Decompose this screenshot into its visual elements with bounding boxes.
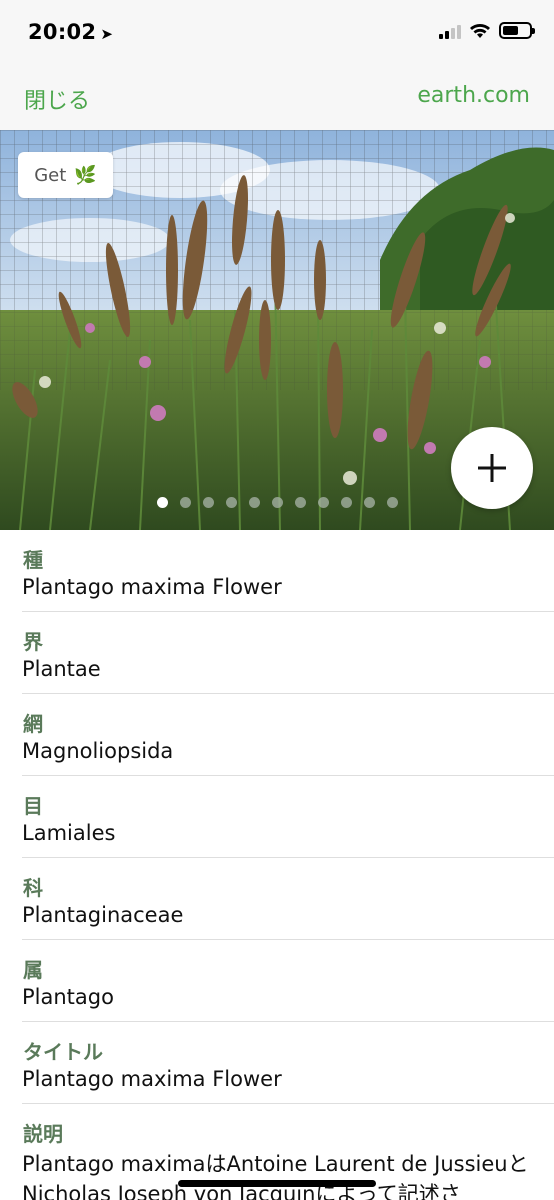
info-row-species: 種 Plantago maxima Flower <box>22 530 554 612</box>
info-value: Plantago maxima Flower <box>22 575 282 599</box>
get-label: Get <box>34 164 67 186</box>
page-dot[interactable] <box>248 497 260 508</box>
info-list: 種 Plantago maxima Flower 界 Plantae 網 Mag… <box>0 530 554 1200</box>
nav-bar: 閉じる earth.com <box>0 66 554 130</box>
info-label: 種 <box>23 548 43 572</box>
status-bar: 20:02 ➤ <box>0 0 554 66</box>
page-dot[interactable] <box>340 497 352 508</box>
info-row-order: 目 Lamiales <box>22 776 554 858</box>
plant-photo-carousel[interactable]: Get 🌿 <box>0 130 554 530</box>
info-row-family: 科 Plantaginaceae <box>22 858 554 940</box>
cellular-signal-icon <box>439 23 461 39</box>
page-dot[interactable] <box>179 497 191 508</box>
leaf-icon: 🌿 <box>74 164 97 186</box>
status-time: 20:02 ➤ <box>28 20 113 44</box>
page-dot[interactable] <box>202 497 214 508</box>
battery-icon <box>499 22 535 39</box>
page-dot[interactable] <box>317 497 329 508</box>
location-arrow-icon: ➤ <box>100 25 114 43</box>
home-indicator[interactable] <box>178 1180 376 1187</box>
get-button[interactable]: Get 🌿 <box>18 152 113 198</box>
info-label: 界 <box>23 630 43 654</box>
info-row-title: タイトル Plantago maxima Flower <box>22 1022 554 1104</box>
info-row-kingdom: 界 Plantae <box>22 612 554 694</box>
page-dot[interactable] <box>363 497 375 508</box>
info-label: 目 <box>23 794 43 818</box>
description-text: Plantago maximaはAntoine Laurent de Jussi… <box>22 1152 529 1200</box>
info-label: 説明 <box>23 1122 63 1146</box>
info-value: Lamiales <box>22 821 116 845</box>
info-value: Magnoliopsida <box>22 739 174 763</box>
info-value: Plantago <box>22 985 114 1009</box>
page-dot[interactable] <box>225 497 237 508</box>
page-dot[interactable] <box>156 497 168 508</box>
info-label: タイトル <box>23 1040 103 1064</box>
page-indicator[interactable] <box>0 497 554 508</box>
plus-icon <box>478 454 506 482</box>
info-label: 網 <box>23 712 43 736</box>
page-dot[interactable] <box>271 497 283 508</box>
info-value: Plantago maxima Flower <box>22 1067 282 1091</box>
info-row-genus: 属 Plantago <box>22 940 554 1022</box>
info-row-class: 網 Magnoliopsida <box>22 694 554 776</box>
info-value: Plantaginaceae <box>22 903 184 927</box>
info-label: 科 <box>23 876 43 900</box>
info-label: 属 <box>23 958 43 982</box>
info-value: Plantae <box>22 657 101 681</box>
page-dot[interactable] <box>294 497 306 508</box>
page-dot[interactable] <box>386 497 398 508</box>
time-text: 20:02 <box>28 20 97 44</box>
site-link[interactable]: earth.com <box>417 83 530 108</box>
wifi-icon <box>470 23 490 38</box>
status-icons <box>439 22 535 39</box>
close-button[interactable]: 閉じる <box>24 83 90 115</box>
